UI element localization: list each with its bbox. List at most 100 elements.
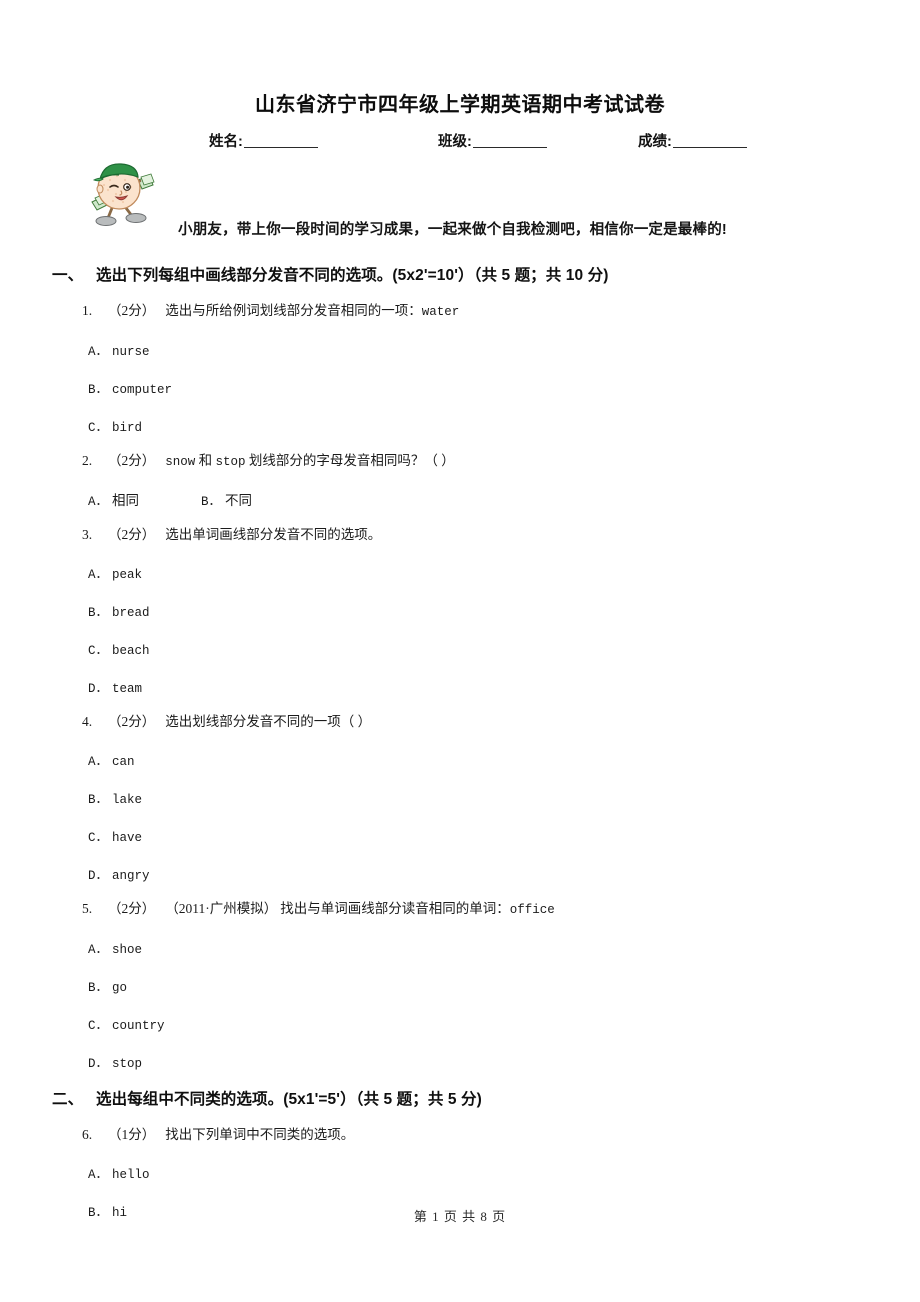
- option-list: A． 相同 B． 不同: [82, 479, 920, 518]
- option-item[interactable]: C． have: [88, 816, 920, 854]
- option-key: B．: [88, 980, 109, 995]
- option-key: B．: [88, 793, 109, 807]
- greeting-text: 小朋友，带上你一段时间的学习成果，一起来做个自我检测吧，相信你一定是最棒的!: [178, 222, 727, 238]
- option-value: country: [112, 1018, 165, 1033]
- exam-page: 山东省济宁市四年级上学期英语期中考试试卷 姓名: 班级: 成绩: 小朋友，带上你…: [0, 0, 920, 1302]
- option-list: A． peak B． bread C． beach D． team: [82, 553, 920, 705]
- option-item[interactable]: B． lake: [88, 778, 920, 816]
- question-stem-word: office: [509, 903, 555, 917]
- section-heading: 一、 选出下列每组中画线部分发音不同的选项。(5x2'=10'）（共 5 题；共 …: [0, 256, 920, 294]
- option-item[interactable]: B． 不同: [201, 479, 252, 518]
- option-item[interactable]: A． can: [88, 740, 920, 778]
- option-key: A．: [88, 344, 109, 359]
- question-points: （2分）: [108, 714, 156, 730]
- question-points: （2分）: [108, 901, 156, 916]
- option-key: C．: [88, 420, 109, 435]
- option-item[interactable]: D． team: [88, 667, 920, 705]
- question-stem-conjunction: 和: [195, 452, 216, 468]
- question-points: （2分）: [108, 303, 156, 318]
- question-number: 3.: [82, 527, 93, 543]
- option-list: A． nurse B． computer C． bird: [82, 330, 920, 444]
- question: 3. （2分） 选出单词画线部分发音不同的选项。 A． peak B． bread C． bea…: [0, 518, 920, 705]
- section-number: 二、: [52, 1090, 84, 1108]
- option-key: C．: [88, 644, 109, 659]
- option-item[interactable]: C． country: [88, 1004, 920, 1042]
- option-key: B．: [88, 382, 109, 397]
- option-item[interactable]: D． stop: [88, 1042, 920, 1080]
- option-item[interactable]: A． peak: [88, 553, 920, 591]
- class-field[interactable]: 班级:: [438, 130, 547, 151]
- question-number: 5.: [82, 901, 93, 916]
- question-stem: 4. （2分） 选出划线部分发音不同的一项（ ）: [82, 705, 920, 740]
- option-item[interactable]: C． bird: [88, 406, 920, 444]
- page-title: 山东省济宁市四年级上学期英语期中考试试卷: [255, 94, 665, 116]
- option-value: angry: [112, 869, 150, 883]
- question: 1. （2分） 选出与所给例词划线部分发音相同的一项：water A． nurse B． c…: [0, 294, 920, 444]
- option-item[interactable]: B． bread: [88, 591, 920, 629]
- option-value: can: [112, 755, 135, 769]
- student-info-row: 姓名: 班级: 成绩:: [0, 130, 920, 152]
- option-key: D．: [88, 1056, 109, 1071]
- question-stem: 2. （2分） snow 和 stop 划线部分的字母发音相同吗？（ ）: [82, 444, 920, 480]
- section-heading-text: 选出每组中不同类的选项。(5x1'=5'）（共 5 题；共 5 分): [96, 1090, 482, 1108]
- score-field-label: 成绩:: [638, 134, 672, 150]
- option-item[interactable]: B． computer: [88, 368, 920, 406]
- option-key: C．: [88, 831, 109, 845]
- option-key: D．: [88, 869, 109, 883]
- option-key: B．: [88, 606, 109, 621]
- name-field-label: 姓名:: [209, 134, 243, 150]
- option-value: beach: [112, 644, 150, 659]
- exam-content: 一、 选出下列每组中画线部分发音不同的选项。(5x2'=10'）（共 5 题；共 …: [0, 256, 920, 1229]
- option-key: A．: [88, 755, 109, 769]
- option-item[interactable]: A． nurse: [88, 330, 920, 368]
- option-value: stop: [112, 1056, 143, 1071]
- option-item[interactable]: C． beach: [88, 629, 920, 667]
- option-value: 相同: [112, 493, 140, 509]
- option-value: team: [112, 682, 143, 697]
- option-item[interactable]: B． go: [88, 966, 920, 1004]
- question-stem-text: 划线部分的字母发音相同吗？（ ）: [245, 452, 455, 468]
- option-item[interactable]: A． shoe: [88, 928, 920, 966]
- option-value: have: [112, 831, 143, 845]
- class-field-label: 班级:: [438, 134, 472, 150]
- class-field-blank[interactable]: [472, 147, 547, 148]
- option-item[interactable]: A． hello: [88, 1153, 920, 1191]
- question-stem-word: water: [421, 305, 460, 319]
- question-number: 4.: [82, 714, 93, 730]
- question-stem-text: 选出单词画线部分发音不同的选项。: [165, 527, 382, 543]
- name-field[interactable]: 姓名:: [209, 130, 318, 151]
- name-field-blank[interactable]: [243, 147, 318, 148]
- option-list: A． can B． lake C． have D． angry: [82, 740, 920, 892]
- question-stem: 3. （2分） 选出单词画线部分发音不同的选项。: [82, 518, 920, 553]
- option-value: peak: [112, 568, 143, 583]
- option-value: computer: [112, 382, 173, 397]
- option-value: bird: [112, 420, 143, 435]
- question-stem-text: 选出划线部分发音不同的一项（ ）: [165, 714, 372, 730]
- question-points: （1分）: [108, 1126, 156, 1142]
- question-stem-text: 选出与所给例词划线部分发音相同的一项：: [165, 303, 422, 318]
- section-number: 一、: [52, 267, 84, 284]
- option-item[interactable]: D． angry: [88, 854, 920, 892]
- option-item[interactable]: A． 相同: [88, 479, 139, 518]
- question: 4. （2分） 选出划线部分发音不同的一项（ ） A． can B． lake C． have D…: [0, 705, 920, 892]
- question-number: 2.: [82, 452, 93, 468]
- question-source: （2011·广州模拟）: [165, 901, 278, 916]
- option-key: A．: [88, 942, 109, 957]
- option-key: A．: [88, 1167, 109, 1182]
- option-value: lake: [112, 793, 143, 807]
- question-stem-word: snow: [165, 454, 196, 469]
- score-field-blank[interactable]: [672, 147, 747, 148]
- option-key: B．: [201, 495, 222, 510]
- question: 5. （2分） （2011·广州模拟） 找出与单词画线部分读音相同的单词：office…: [0, 892, 920, 1080]
- option-value: shoe: [112, 942, 143, 957]
- page-footer: 第 1 页 共 8 页: [413, 1209, 507, 1224]
- option-value: 不同: [225, 493, 253, 509]
- option-value: go: [112, 980, 128, 995]
- cartoon-boy-with-money-icon: [86, 158, 160, 230]
- question-stem-word-2: stop: [215, 454, 246, 469]
- score-field[interactable]: 成绩:: [638, 130, 747, 151]
- section-heading-text: 选出下列每组中画线部分发音不同的选项。(5x2'=10'）（共 5 题；共 10…: [96, 267, 609, 284]
- option-list: A． shoe B． go C． country D． stop: [82, 928, 920, 1080]
- question-number: 6.: [82, 1126, 93, 1142]
- question-stem: 5. （2分） （2011·广州模拟） 找出与单词画线部分读音相同的单词：office: [82, 892, 920, 928]
